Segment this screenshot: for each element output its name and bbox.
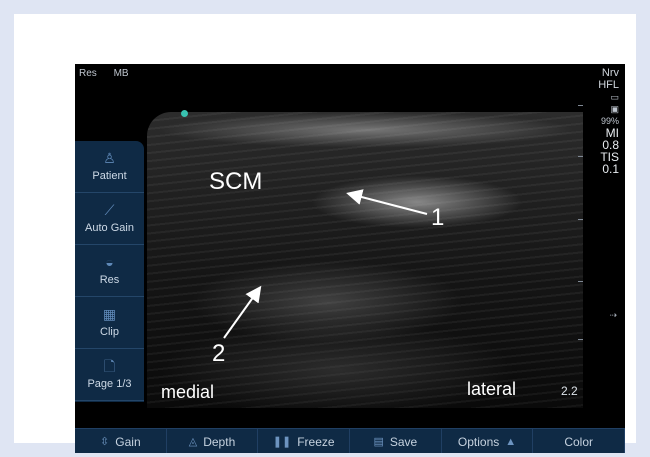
screen-frame: Res MB SCM 1 2 medial lateral 2.2 ♙ Pati… [14, 14, 636, 453]
muscle-label: SCM [209, 168, 263, 195]
clip-button[interactable]: ▦ Clip [75, 297, 144, 349]
page-label: Page 1/3 [87, 378, 132, 390]
ultrasound-device-screen: Res MB SCM 1 2 medial lateral 2.2 ♙ Pati… [75, 64, 625, 453]
depth-tick [578, 339, 583, 340]
depth-tick [578, 105, 583, 106]
save-icon: ▤ [373, 436, 384, 448]
bottom-control-bar: ⇳ Gain ◬ Depth ❚❚ Freeze ▤ Save Options … [75, 428, 625, 453]
depth-tick [578, 219, 583, 220]
probe-label: HFL [598, 79, 619, 91]
patient-label: Patient [92, 170, 127, 182]
usb-icon: ⇢ [609, 310, 617, 320]
auto-gain-label: Auto Gain [85, 222, 134, 234]
mode-label: Nrv [601, 67, 619, 79]
depth-button[interactable]: ◬ Depth [167, 429, 259, 453]
res-button[interactable]: ◒ Res [75, 245, 144, 297]
save-label: Save [389, 434, 418, 449]
page-icon: 🗋 [103, 358, 116, 374]
medial-label: medial [161, 382, 215, 402]
right-status-panel: Nrv HFL ▭ ▣ 99% MI 0.8 TIS 0.1 [598, 67, 619, 175]
clip-icon: ▦ [102, 306, 117, 322]
freeze-button[interactable]: ❚❚ Freeze [258, 429, 351, 453]
orientation-marker [181, 110, 188, 117]
auto-gain-button[interactable]: ⟋ Auto Gain [75, 193, 144, 245]
depth-tick [578, 281, 583, 282]
top-status-bar: Res MB [79, 68, 143, 79]
marker-1-label: 1 [431, 204, 445, 231]
depth-label: Depth [203, 434, 236, 449]
save-button[interactable]: ▤ Save [350, 429, 442, 453]
options-button[interactable]: Options ▲ [442, 429, 534, 453]
options-icon: ▲ [505, 435, 517, 448]
options-label: Options [457, 434, 500, 449]
depth-tick [578, 156, 583, 157]
lateral-label: lateral [467, 379, 517, 399]
gain-label: Gain [115, 434, 141, 449]
marker-2-label: 2 [212, 340, 226, 367]
freeze-label: Freeze [297, 434, 335, 449]
gain-icon: ⇳ [100, 436, 110, 448]
color-label: Color [564, 434, 594, 449]
patient-button[interactable]: ♙ Patient [75, 141, 144, 193]
probe-icon: ▭ [610, 92, 619, 102]
pause-icon: ❚❚ [272, 436, 292, 448]
color-button[interactable]: Color [533, 429, 625, 453]
depth-value: 2.2 [561, 384, 578, 398]
depth-icon: ◬ [188, 436, 198, 448]
clip-label: Clip [100, 326, 119, 338]
resolution-icon: ◒ [105, 254, 114, 270]
top-status-res: Res [79, 68, 97, 79]
res-label: Res [99, 274, 120, 286]
auto-gain-icon: ⟋ [104, 202, 115, 218]
tis-value: 0.1 [602, 162, 619, 176]
patient-icon: ♙ [103, 150, 116, 166]
page-button[interactable]: 🗋 Page 1/3 [75, 349, 144, 401]
top-status-mb: MB [113, 68, 129, 79]
storage-icon: ▣ [610, 104, 619, 114]
left-side-menu: ♙ Patient ⟋ Auto Gain ◒ Res ▦ Clip 🗋 Pag… [75, 141, 144, 402]
gain-button[interactable]: ⇳ Gain [75, 429, 167, 453]
